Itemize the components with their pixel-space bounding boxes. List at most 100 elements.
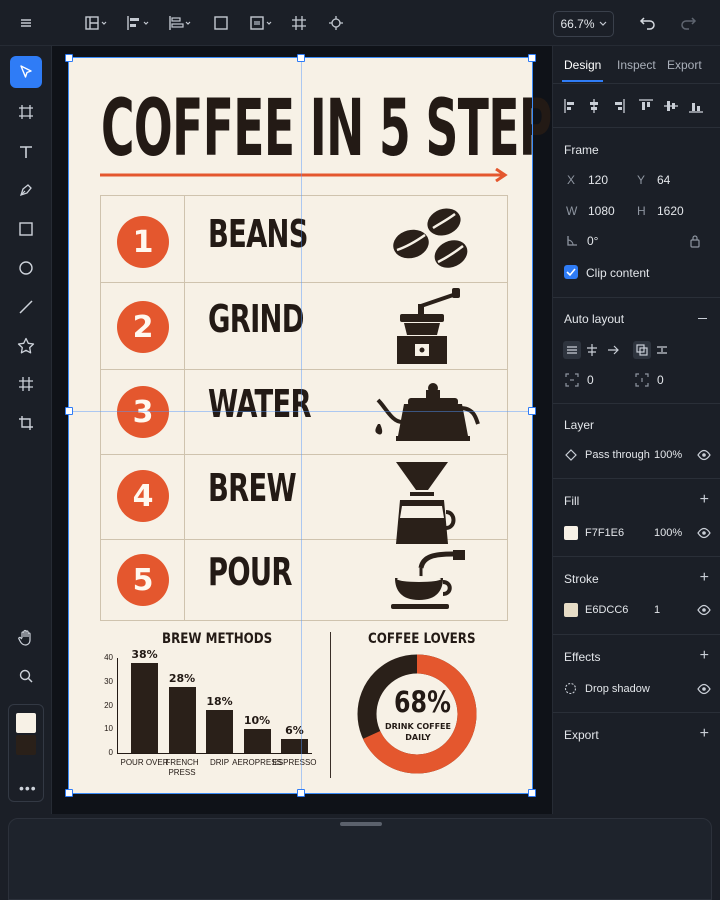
frame-icon[interactable] (209, 11, 233, 35)
fill-hex-input[interactable]: F7F1E6 (585, 527, 624, 539)
checkmark-icon (566, 268, 576, 277)
bar-value-label: 28% (168, 671, 196, 685)
zoom-tool[interactable] (10, 660, 42, 692)
padding-horizontal-input[interactable]: 0 (587, 373, 594, 387)
arrow-right-icon[interactable] (606, 343, 620, 357)
bar (243, 729, 271, 753)
wrap-option[interactable] (633, 341, 651, 359)
spacing-icon[interactable] (655, 343, 669, 357)
undo-icon[interactable] (636, 11, 660, 35)
menu-icon[interactable] (14, 11, 38, 35)
y-tick-label: 40 (104, 653, 113, 662)
y-label: Y (637, 173, 646, 187)
rotation-input[interactable]: 0° (587, 234, 598, 248)
fill-color-swatch[interactable] (564, 526, 578, 540)
zoom-dropdown[interactable]: 66.7% (553, 11, 614, 37)
stroke-width-input[interactable]: 1 (654, 604, 660, 616)
resize-handle[interactable] (65, 407, 73, 415)
tab-inspect[interactable]: Inspect (617, 58, 656, 72)
align-center-icon[interactable] (585, 343, 599, 357)
resize-handle[interactable] (528, 54, 536, 62)
resize-handle[interactable] (297, 789, 305, 797)
h-input[interactable]: 1620 (657, 204, 684, 218)
auto-layout-section: Auto layout 0 0 (553, 298, 720, 404)
effects-title: Effects (564, 650, 601, 664)
step-label: POUR (208, 550, 292, 594)
pen-tool[interactable] (10, 174, 42, 206)
frame-tool[interactable] (10, 96, 42, 128)
fill-swatch[interactable] (16, 713, 36, 733)
hand-tool[interactable] (10, 622, 42, 654)
add-stroke-icon[interactable]: + (700, 570, 709, 586)
effects-section: Effects + Drop shadow (553, 635, 720, 713)
poster-title: COFFEE IN 5 STEPS (101, 84, 585, 174)
grid-icon[interactable] (287, 11, 311, 35)
layer-opacity-input[interactable]: 100% (654, 449, 682, 461)
stroke-swatch[interactable] (16, 735, 36, 755)
stroke-title: Stroke (564, 572, 599, 586)
y-tick-label: 0 (108, 748, 113, 757)
resize-handle[interactable] (528, 789, 536, 797)
rectangle-icon (19, 222, 33, 236)
y-input[interactable]: 64 (657, 173, 670, 187)
fill-opacity-input[interactable]: 100% (654, 527, 682, 539)
eye-icon[interactable] (697, 449, 711, 461)
distribute-icon[interactable] (166, 11, 196, 35)
line-tool[interactable] (10, 291, 42, 323)
fill-title: Fill (564, 494, 580, 508)
component-icon[interactable] (247, 11, 277, 35)
w-input[interactable]: 1080 (588, 204, 615, 218)
frame-title: Frame (564, 143, 599, 157)
add-effect-icon[interactable]: + (700, 648, 709, 664)
layout-direction-option[interactable] (563, 341, 581, 359)
stroke-color-swatch[interactable] (564, 603, 578, 617)
title-arrow (100, 168, 508, 182)
lock-icon[interactable] (689, 234, 701, 248)
fill-section: Fill + F7F1E6 100% (553, 479, 720, 557)
blend-mode-select[interactable]: Pass through (585, 449, 650, 461)
row-divider (101, 282, 507, 283)
resize-handle[interactable] (528, 407, 536, 415)
more-icon[interactable]: ••• (19, 780, 37, 796)
step-number: 1 (117, 216, 169, 268)
effect-item-label[interactable]: Drop shadow (585, 683, 650, 695)
stroke-section: Stroke + E6DCC6 1 (553, 557, 720, 635)
clip-content-label: Clip content (586, 266, 650, 280)
eye-icon[interactable] (697, 527, 711, 539)
x-input[interactable]: 120 (588, 173, 608, 187)
move-tool[interactable] (10, 56, 42, 88)
add-export-icon[interactable]: + (700, 726, 709, 742)
bar-category-label: ESPRESSO (269, 758, 320, 768)
chart-divider (330, 632, 331, 778)
alignment-icons[interactable] (563, 98, 713, 114)
drag-handle[interactable] (340, 822, 382, 826)
text-tool[interactable] (10, 136, 42, 168)
target-icon[interactable] (324, 11, 348, 35)
rotation-icon (567, 236, 577, 246)
minus-icon[interactable] (698, 318, 707, 320)
redo-icon[interactable] (676, 11, 700, 35)
tab-design[interactable]: Design (561, 58, 604, 82)
resize-handle[interactable] (65, 54, 73, 62)
eye-icon[interactable] (697, 604, 711, 616)
step-label: BEANS (208, 212, 308, 256)
padding-vertical-input[interactable]: 0 (657, 373, 664, 387)
eye-icon[interactable] (697, 683, 711, 695)
tab-export[interactable]: Export (667, 58, 702, 72)
grid-tool[interactable] (10, 368, 42, 400)
ellipse-tool[interactable] (10, 252, 42, 284)
resize-handle[interactable] (65, 789, 73, 797)
align-left-icon[interactable] (124, 11, 154, 35)
stroke-hex-input[interactable]: E6DCC6 (585, 604, 628, 616)
resize-handle[interactable] (297, 54, 305, 62)
crop-tool[interactable] (10, 407, 42, 439)
star-tool[interactable] (10, 330, 42, 362)
cursor-icon (20, 65, 32, 78)
clip-content-checkbox[interactable] (564, 265, 578, 279)
align-lines-icon (567, 346, 577, 354)
add-fill-icon[interactable]: + (700, 492, 709, 508)
rectangle-tool[interactable] (10, 213, 42, 245)
step-number: 4 (117, 470, 169, 522)
layout-icon[interactable] (82, 11, 112, 35)
drop-shadow-icon (564, 682, 577, 695)
